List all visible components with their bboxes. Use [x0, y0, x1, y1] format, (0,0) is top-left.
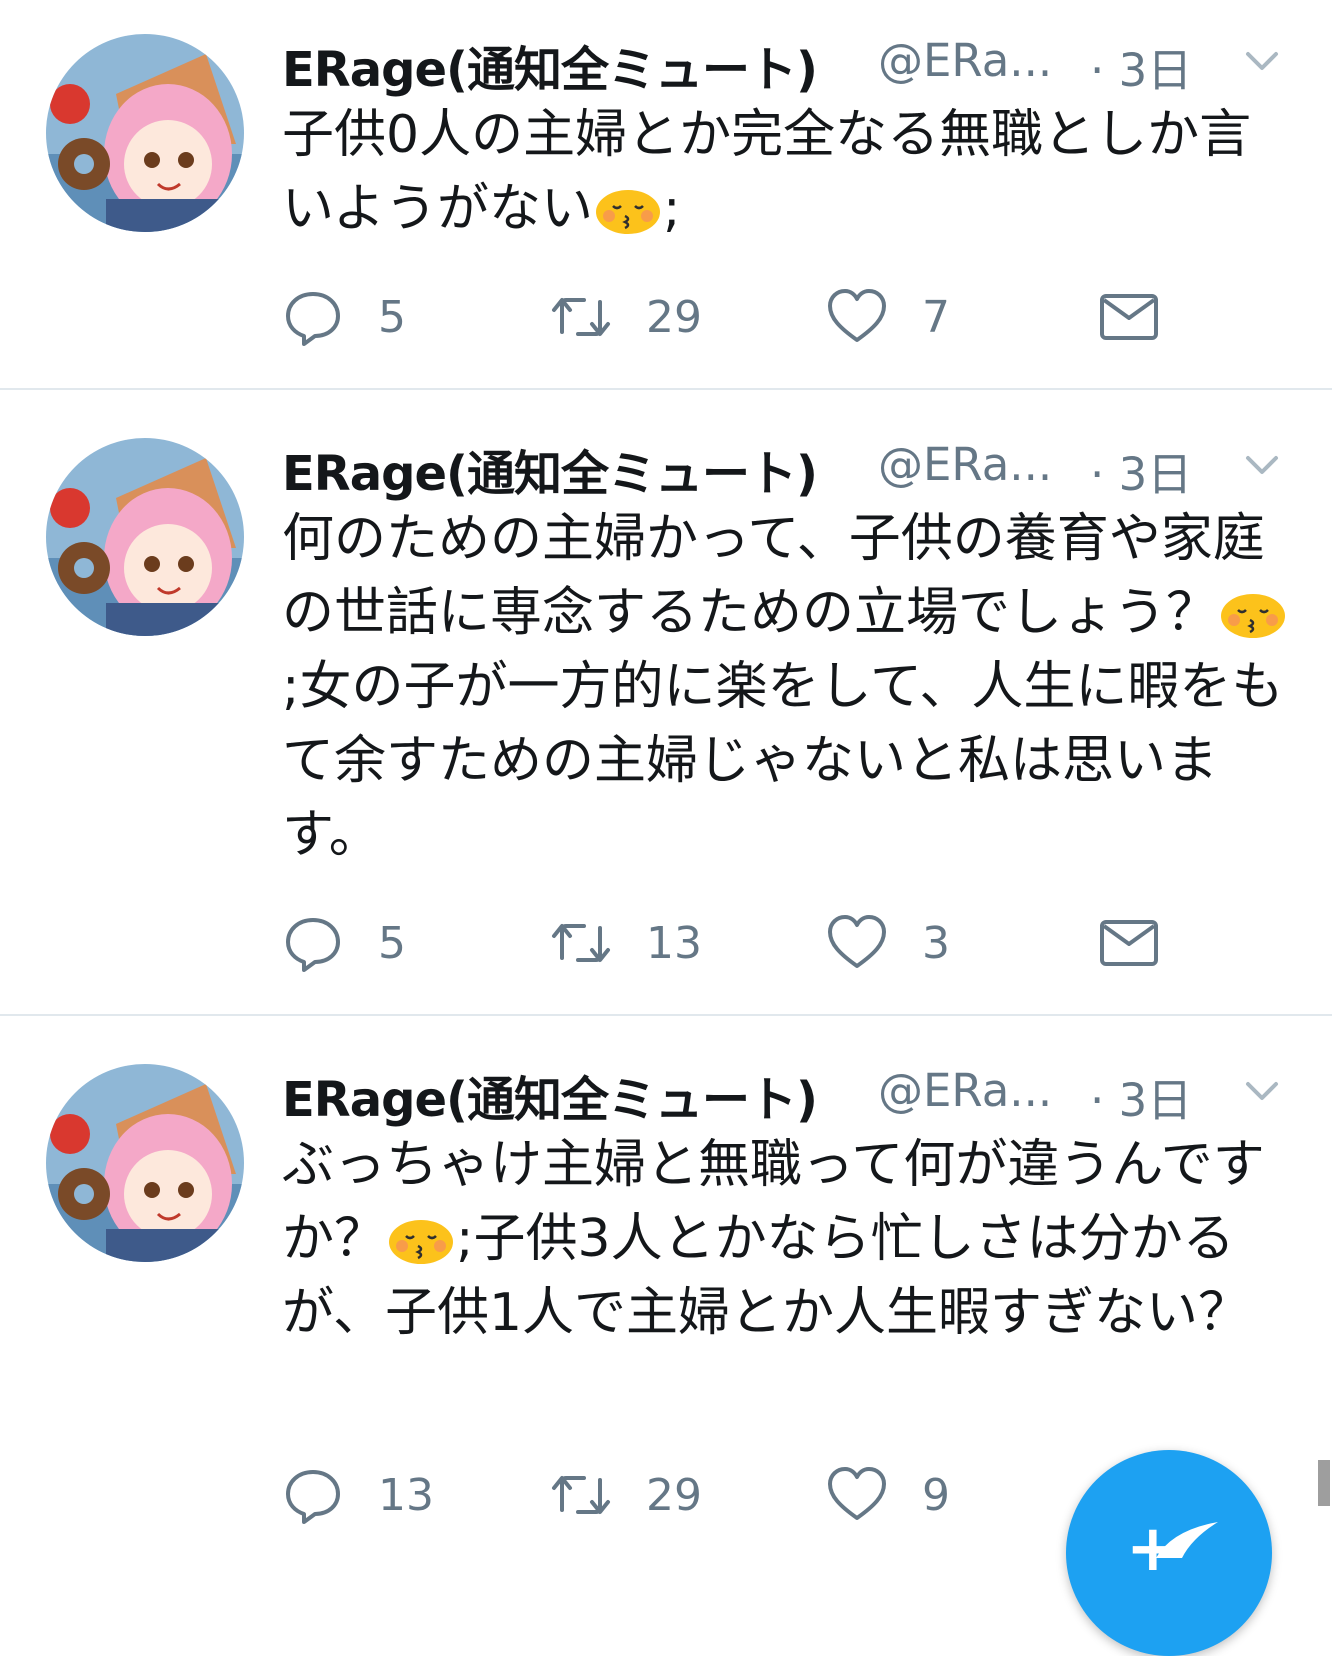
tweet[interactable]: ERage(通知全ミュート) @ERa... · 3日 子供0人の主婦とか完全な… — [0, 0, 1332, 390]
reply-count: 5 — [378, 917, 406, 969]
display-name[interactable]: ERage(通知全ミュート) — [282, 1060, 818, 1130]
display-name[interactable]: ERage(通知全ミュート) — [282, 30, 818, 100]
reply-icon — [286, 1470, 340, 1524]
like-button[interactable]: 7 — [826, 282, 950, 352]
retweet-icon — [552, 924, 610, 962]
like-count: 7 — [922, 291, 950, 343]
retweet-icon — [552, 298, 610, 336]
tweet-actions: 13 29 9 — [282, 1460, 1182, 1530]
like-button[interactable]: 3 — [826, 908, 950, 978]
tweet-text-part: ;女の子が一方的に楽をして、人生に暇をもて余すための主婦じゃないと私は思います。 — [282, 657, 1284, 865]
retweet-button[interactable]: 29 — [550, 282, 702, 352]
kissing-face-emoji-icon — [389, 1220, 454, 1264]
tweet-actions: 5 29 7 — [282, 282, 1182, 352]
heart-icon — [828, 1467, 886, 1520]
tweet-header: ERage(通知全ミュート) @ERa... · 3日 — [282, 432, 1302, 502]
reply-count: 13 — [378, 1469, 434, 1521]
compose-tweet-icon — [1156, 1522, 1218, 1558]
user-handle[interactable]: @ERa... — [878, 1064, 1052, 1117]
retweet-count: 29 — [646, 1469, 702, 1521]
retweet-button[interactable]: 13 — [550, 908, 702, 978]
like-count: 3 — [922, 917, 950, 969]
avatar[interactable] — [46, 34, 244, 232]
direct-message-button[interactable] — [1098, 282, 1160, 352]
compose-tweet-button[interactable]: + — [1066, 1450, 1272, 1656]
tweet-header: ERage(通知全ミュート) @ERa... · 3日 — [282, 28, 1302, 98]
tweet-text: ぶっちゃけ主婦と無職って何が違うんですか？ ;子供3人とかなら忙しさは分かるが、子… — [282, 1128, 1292, 1350]
reply-icon — [286, 918, 340, 972]
retweet-count: 29 — [646, 291, 702, 343]
tweet-text-part: 子供0人の主婦とか完全なる無職としか言いようがない — [282, 105, 1252, 239]
tweet-text: 子供0人の主婦とか完全なる無職としか言いようがない; — [282, 98, 1282, 246]
timestamp[interactable]: · 3日 — [1090, 438, 1192, 503]
reply-button[interactable]: 5 — [282, 282, 406, 352]
display-name[interactable]: ERage(通知全ミュート) — [282, 434, 818, 504]
avatar[interactable] — [46, 1064, 244, 1262]
direct-message-button[interactable] — [1098, 908, 1160, 978]
heart-icon — [828, 289, 886, 342]
chevron-down-icon[interactable] — [1242, 450, 1282, 480]
like-button[interactable]: 9 — [826, 1460, 950, 1530]
tweet[interactable]: ERage(通知全ミュート) @ERa... · 3日 何のための主婦かって、子… — [0, 390, 1332, 1016]
reply-button[interactable]: 5 — [282, 908, 406, 978]
kissing-face-emoji-icon — [1221, 594, 1286, 638]
retweet-icon — [552, 1476, 610, 1514]
retweet-button[interactable]: 29 — [550, 1460, 702, 1530]
tweet-header: ERage(通知全ミュート) @ERa... · 3日 — [282, 1058, 1302, 1128]
like-count: 9 — [922, 1469, 950, 1521]
user-handle[interactable]: @ERa... — [878, 438, 1052, 491]
reply-count: 5 — [378, 291, 406, 343]
tweet-text-part: 何のための主婦かって、子供の養育や家庭の世話に専念するための立場でしょう？ — [282, 509, 1265, 643]
heart-icon — [828, 915, 886, 968]
user-handle[interactable]: @ERa... — [878, 34, 1052, 87]
reply-icon — [286, 292, 340, 346]
timestamp[interactable]: · 3日 — [1090, 1064, 1192, 1129]
timestamp[interactable]: · 3日 — [1090, 34, 1192, 99]
scrollbar[interactable] — [1318, 1460, 1330, 1506]
tweet-text: 何のための主婦かって、子供の養育や家庭の世話に専念するための立場でしょう？ ;女の… — [282, 502, 1292, 872]
chevron-down-icon[interactable] — [1242, 46, 1282, 76]
retweet-count: 13 — [646, 917, 702, 969]
kissing-face-emoji-icon — [595, 190, 660, 234]
envelope-icon — [1100, 920, 1158, 966]
envelope-icon — [1100, 294, 1158, 340]
chevron-down-icon[interactable] — [1242, 1076, 1282, 1106]
tweet-text-part: ; — [662, 179, 681, 239]
tweet-actions: 5 13 3 — [282, 908, 1182, 978]
avatar[interactable] — [46, 438, 244, 636]
reply-button[interactable]: 13 — [282, 1460, 434, 1530]
